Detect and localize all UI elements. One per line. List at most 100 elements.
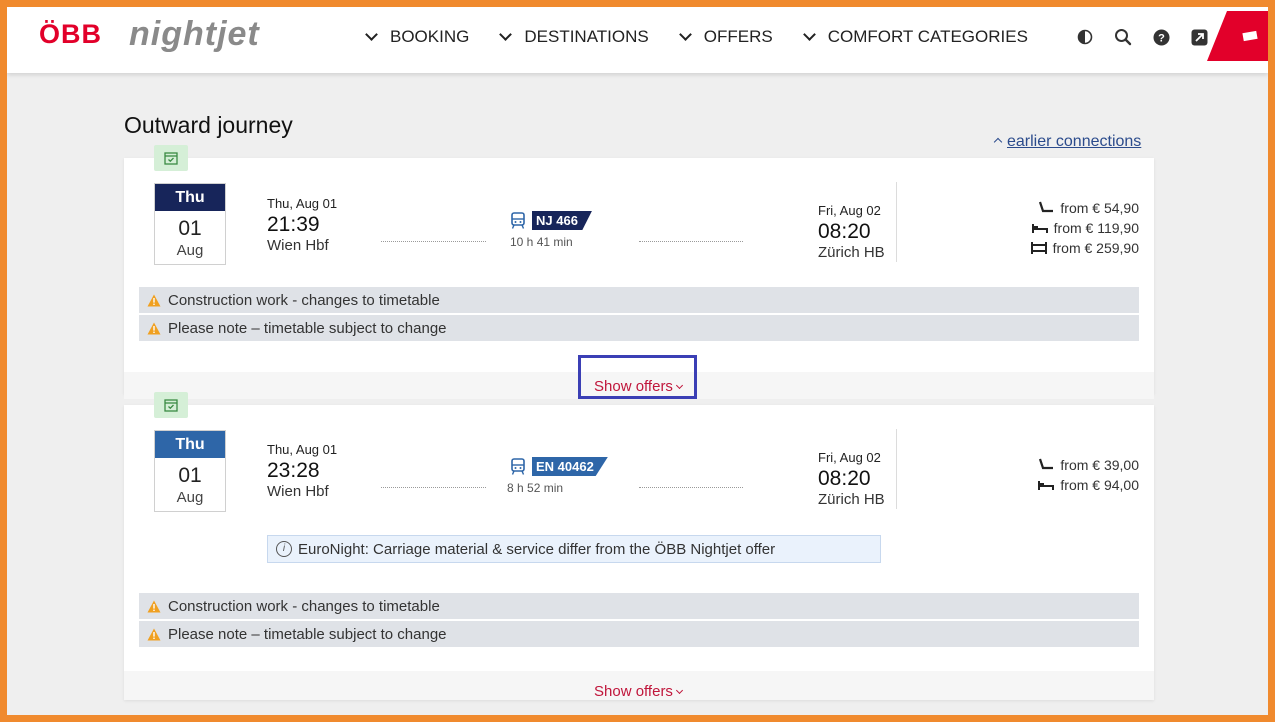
warning-icon (147, 600, 161, 612)
arrival-date: Fri, Aug 02 (818, 450, 881, 465)
nav-destinations[interactable]: DESTINATIONS (499, 27, 649, 47)
price-sleeper[interactable]: from € 259,90 (1004, 238, 1139, 258)
month: Aug (176, 242, 204, 259)
train-icon (511, 457, 525, 475)
price-couchette[interactable]: from € 119,90 (1004, 218, 1139, 238)
chevron-down-icon (365, 28, 378, 41)
euronight-info: i EuroNight: Carriage material & service… (267, 535, 881, 563)
nightjet-logo[interactable]: nightjet (129, 15, 260, 54)
arrival-date: Fri, Aug 02 (818, 203, 881, 218)
couchette-icon (1038, 481, 1055, 490)
departure: Thu, Aug 01 21:39 Wien Hbf (267, 196, 337, 254)
external-link-icon[interactable] (1189, 27, 1209, 47)
nav-booking[interactable]: BOOKING (365, 27, 470, 47)
help-icon[interactable]: ? (1151, 27, 1171, 47)
arrival: Fri, Aug 02 08:20 Zürich HB (818, 203, 885, 261)
couchette-icon (1031, 224, 1048, 233)
warning-icon (147, 294, 161, 306)
date-box: Thu 01 Aug (154, 430, 226, 512)
site-header: ÖBB nightjet BOOKING DESTINATIONS OFFERS… (7, 7, 1268, 73)
arrival-station: Zürich HB (818, 244, 885, 261)
page-title: Outward journey (124, 112, 293, 138)
info-text: EuroNight: Carriage material & service d… (298, 540, 776, 558)
nav-label: BOOKING (390, 27, 470, 46)
notice-timetable[interactable]: Please note – timetable subject to chang… (139, 621, 1139, 647)
price-seat[interactable]: from € 39,00 (1004, 455, 1139, 475)
train-number-badge[interactable]: NJ 466 (532, 211, 592, 230)
contrast-icon[interactable] (1075, 27, 1095, 47)
departure-station: Wien Hbf (267, 237, 329, 254)
obb-logo[interactable]: ÖBB (39, 19, 102, 50)
price-label: from € 259,90 (1052, 240, 1139, 256)
train-info: NJ 466 10 h 41 min (510, 211, 592, 249)
weekday: Thu (155, 184, 225, 211)
arrival-time: 08:20 (818, 467, 871, 490)
day: 01 (178, 217, 202, 240)
train-number-badge[interactable]: EN 40462 (532, 457, 608, 476)
focus-highlight (578, 355, 697, 399)
weekday: Thu (155, 431, 225, 458)
departure-time: 21:39 (267, 213, 320, 236)
departure-station: Wien Hbf (267, 483, 329, 500)
show-offers-label: Show offers (594, 683, 673, 700)
notice-timetable[interactable]: Please note – timetable subject to chang… (139, 315, 1139, 341)
duration: 10 h 41 min (510, 235, 573, 249)
nav-offers[interactable]: OFFERS (678, 27, 773, 47)
info-icon: i (276, 541, 292, 557)
departure-date: Thu, Aug 01 (267, 442, 338, 457)
price-seat[interactable]: from € 54,90 (1004, 198, 1139, 218)
show-offers-button[interactable]: Show offers (594, 683, 683, 700)
train-icon (511, 211, 525, 229)
connection-card[interactable]: Thu 01 Aug Thu, Aug 01 23:28 Wien Hbf EN… (124, 392, 1154, 700)
chevron-up-icon (993, 137, 1003, 147)
notice-text: Please note – timetable subject to chang… (168, 319, 447, 337)
divider (896, 429, 897, 509)
search-icon[interactable] (1113, 27, 1133, 47)
price-label: from € 54,90 (1060, 200, 1139, 216)
svg-text:?: ? (1158, 32, 1165, 44)
price-label: from € 119,90 (1053, 220, 1139, 236)
chevron-down-icon (802, 28, 816, 41)
price-couchette[interactable]: from € 94,00 (1004, 475, 1139, 495)
chevron-down-icon (678, 28, 692, 41)
nav-comfort-categories[interactable]: COMFORT CATEGORIES (802, 27, 1028, 47)
main-nav: BOOKING DESTINATIONS OFFERS COMFORT CATE… (365, 27, 1060, 47)
notice-text: Construction work - changes to timetable (168, 291, 440, 309)
arrival-time: 08:20 (818, 220, 871, 243)
month: Aug (176, 489, 204, 506)
price-list: from € 39,00 from € 94,00 (1004, 455, 1139, 495)
price-label: from € 39,00 (1060, 457, 1139, 473)
calendar-check-icon (154, 392, 188, 418)
warning-icon (147, 628, 161, 640)
nav-label: OFFERS (703, 27, 773, 46)
nav-label: DESTINATIONS (524, 27, 649, 46)
seat-icon (1039, 201, 1054, 213)
ticket-icon[interactable] (1207, 11, 1268, 61)
calendar-check-icon (154, 145, 188, 171)
date-box: Thu 01 Aug (154, 183, 226, 265)
route-line (639, 487, 743, 488)
earlier-connections-link[interactable]: earlier connections (993, 133, 1142, 151)
chevron-down-icon (675, 686, 683, 694)
duration: 8 h 52 min (507, 481, 564, 495)
nav-label: COMFORT CATEGORIES (827, 27, 1028, 46)
seat-icon (1039, 458, 1054, 470)
arrival-station: Zürich HB (818, 491, 885, 508)
notice-text: Construction work - changes to timetable (168, 597, 440, 615)
departure: Thu, Aug 01 23:28 Wien Hbf (267, 442, 337, 500)
notice-construction[interactable]: Construction work - changes to timetable (139, 287, 1139, 313)
page-frame: ÖBB nightjet BOOKING DESTINATIONS OFFERS… (7, 7, 1268, 715)
divider (896, 182, 897, 262)
route-line (381, 487, 486, 488)
sleeper-icon (1030, 242, 1047, 254)
departure-time: 23:28 (267, 459, 320, 482)
earlier-connections-label: earlier connections (1007, 133, 1142, 150)
route-line (639, 241, 743, 242)
notice-construction[interactable]: Construction work - changes to timetable (139, 593, 1139, 619)
arrival: Fri, Aug 02 08:20 Zürich HB (818, 450, 885, 508)
price-list: from € 54,90 from € 119,90 from € 259,90 (1004, 198, 1139, 258)
day: 01 (178, 464, 202, 487)
header-icons: ? (1075, 27, 1227, 47)
train-info: EN 40462 8 h 52 min (507, 457, 608, 495)
chevron-down-icon (499, 28, 513, 41)
